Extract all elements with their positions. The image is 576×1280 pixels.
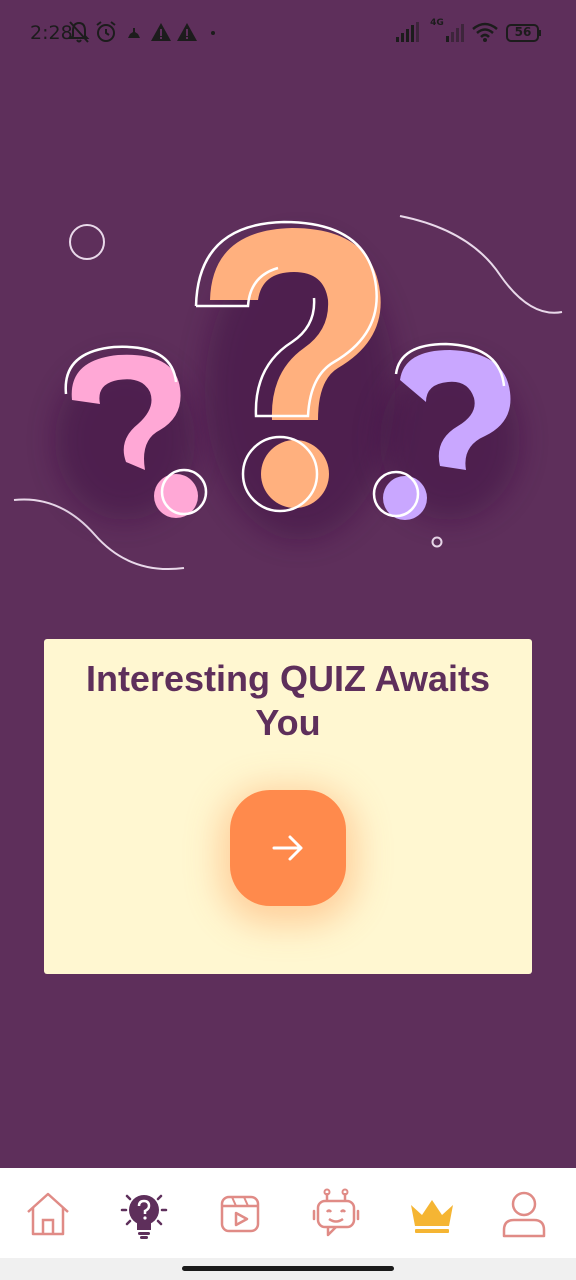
network-type-label: 4G	[430, 18, 444, 28]
status-icons-right: 4G 56	[396, 18, 546, 46]
wifi-icon	[472, 22, 498, 42]
warning-icon	[177, 23, 197, 41]
decor-curve-right	[399, 215, 563, 314]
dot-icon	[211, 31, 215, 35]
decor-circle	[69, 224, 105, 260]
nav-chatbot[interactable]	[310, 1188, 362, 1240]
gesture-area	[0, 1258, 576, 1280]
start-quiz-button[interactable]	[230, 790, 346, 906]
status-bar: 2:28 4G 56	[0, 0, 576, 68]
video-icon	[220, 1195, 260, 1233]
signal-icon	[396, 22, 419, 42]
crown-icon	[411, 1200, 453, 1233]
quiz-card: Interesting QUIZ Awaits You	[44, 639, 532, 974]
alarm-icon	[96, 21, 116, 42]
nav-premium[interactable]	[406, 1188, 458, 1240]
notification-icon	[128, 28, 140, 38]
quiz-bulb-icon	[120, 1194, 168, 1239]
status-time: 2:28	[30, 22, 73, 44]
battery-level: 56	[514, 25, 532, 39]
nav-home[interactable]	[22, 1188, 74, 1240]
warning-icon	[151, 23, 171, 41]
home-icon	[27, 1192, 69, 1236]
nav-profile[interactable]	[498, 1188, 550, 1240]
quiz-title: Interesting QUIZ Awaits You	[85, 658, 491, 743]
nav-videos[interactable]	[214, 1188, 266, 1240]
home-gesture-bar[interactable]	[182, 1266, 394, 1271]
question-marks-illustration	[13, 215, 563, 570]
mute-bell-icon	[68, 21, 90, 43]
bottom-nav	[0, 1168, 576, 1258]
nav-quiz[interactable]	[118, 1188, 170, 1240]
decor-dot	[431, 536, 443, 548]
robot-icon	[312, 1188, 360, 1237]
signal-4g-icon	[446, 24, 464, 42]
arrow-right-icon	[272, 835, 303, 861]
profile-icon	[502, 1191, 546, 1238]
